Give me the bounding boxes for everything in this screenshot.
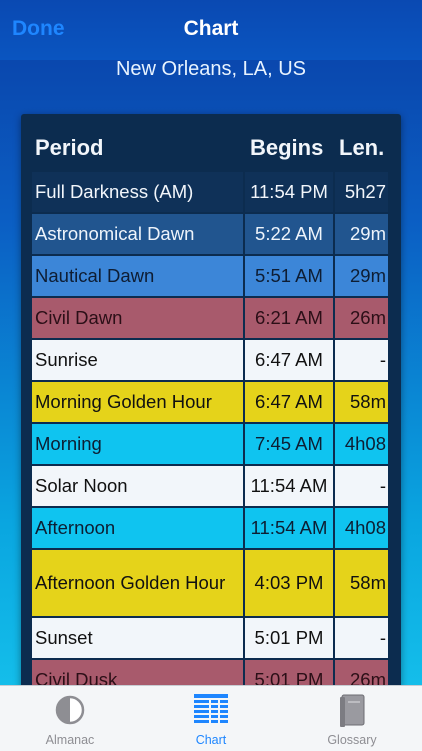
period-cell: Afternoon Golden Hour (32, 550, 243, 616)
table-row: Afternoon 11:54 AM 4h08 (32, 508, 388, 548)
period-cell: Civil Dawn (32, 298, 243, 338)
length-cell: 26m (335, 298, 388, 338)
period-cell: Full Darkness (AM) (32, 172, 243, 212)
period-cell: Sunrise (32, 340, 243, 380)
tab-glossary[interactable]: Glossary (282, 686, 422, 751)
twilight-chart-table: Period Begins Len. Full Darkness (AM) 11:… (21, 114, 401, 694)
table-row: Nautical Dawn 5:51 AM 29m (32, 256, 388, 296)
header-length: Len. (339, 135, 385, 160)
tab-chart-label: Chart (195, 733, 227, 747)
begins-cell: 11:54 PM (245, 172, 333, 212)
page-title: Chart (183, 17, 239, 40)
length-cell: - (335, 466, 388, 506)
book-icon (340, 694, 365, 727)
begins-cell: 7:45 AM (245, 424, 333, 464)
table-row: Full Darkness (AM) 11:54 PM 5h27 (32, 172, 388, 212)
table-row: Afternoon Golden Hour 4:03 PM 58m (32, 550, 388, 616)
table-row: Sunset 5:01 PM - (32, 618, 388, 658)
period-cell: Solar Noon (32, 466, 243, 506)
length-cell: 29m (335, 214, 388, 254)
table-row: Sunrise 6:47 AM - (32, 340, 388, 380)
begins-cell: 11:54 AM (245, 466, 333, 506)
begins-cell: 4:03 PM (245, 550, 333, 616)
begins-cell: 6:47 AM (245, 382, 333, 422)
location-label: New Orleans, LA, US (115, 58, 307, 80)
period-cell: Morning (32, 424, 243, 464)
length-cell: 58m (335, 550, 388, 616)
begins-cell: 11:54 AM (245, 508, 333, 548)
length-cell: 5h27 (335, 172, 388, 212)
tab-glossary-label: Glossary (327, 733, 377, 747)
tab-chart[interactable]: Chart (141, 686, 281, 751)
table-row: Morning 7:45 AM 4h08 (32, 424, 388, 464)
header-period: Period (35, 135, 104, 160)
chart-grid-icon (194, 694, 228, 723)
period-cell: Afternoon (32, 508, 243, 548)
tab-almanac[interactable]: Almanac (0, 686, 140, 751)
length-cell: - (335, 618, 388, 658)
period-cell: Astronomical Dawn (32, 214, 243, 254)
begins-cell: 5:22 AM (245, 214, 333, 254)
length-cell: 4h08 (335, 508, 388, 548)
length-cell: 4h08 (335, 424, 388, 464)
header-begins: Begins (250, 135, 324, 160)
half-circle-icon (55, 695, 85, 725)
begins-cell: 5:01 PM (245, 618, 333, 658)
table-row: Astronomical Dawn 5:22 AM 29m (32, 214, 388, 254)
length-cell: 29m (335, 256, 388, 296)
tab-almanac-label: Almanac (45, 733, 95, 747)
tab-bar: Almanac Chart Glossary (0, 685, 422, 751)
navigation-bar: Done Chart (0, 0, 422, 60)
length-cell: 58m (335, 382, 388, 422)
begins-cell: 6:21 AM (245, 298, 333, 338)
begins-cell: 5:51 AM (245, 256, 333, 296)
table-header: Period Begins Len. (21, 114, 401, 174)
length-cell: - (335, 340, 388, 380)
period-cell: Sunset (32, 618, 243, 658)
period-cell: Morning Golden Hour (32, 382, 243, 422)
table-row: Civil Dawn 6:21 AM 26m (32, 298, 388, 338)
table-row: Morning Golden Hour 6:47 AM 58m (32, 382, 388, 422)
table-row: Solar Noon 11:54 AM - (32, 466, 388, 506)
period-cell: Nautical Dawn (32, 256, 243, 296)
begins-cell: 6:47 AM (245, 340, 333, 380)
